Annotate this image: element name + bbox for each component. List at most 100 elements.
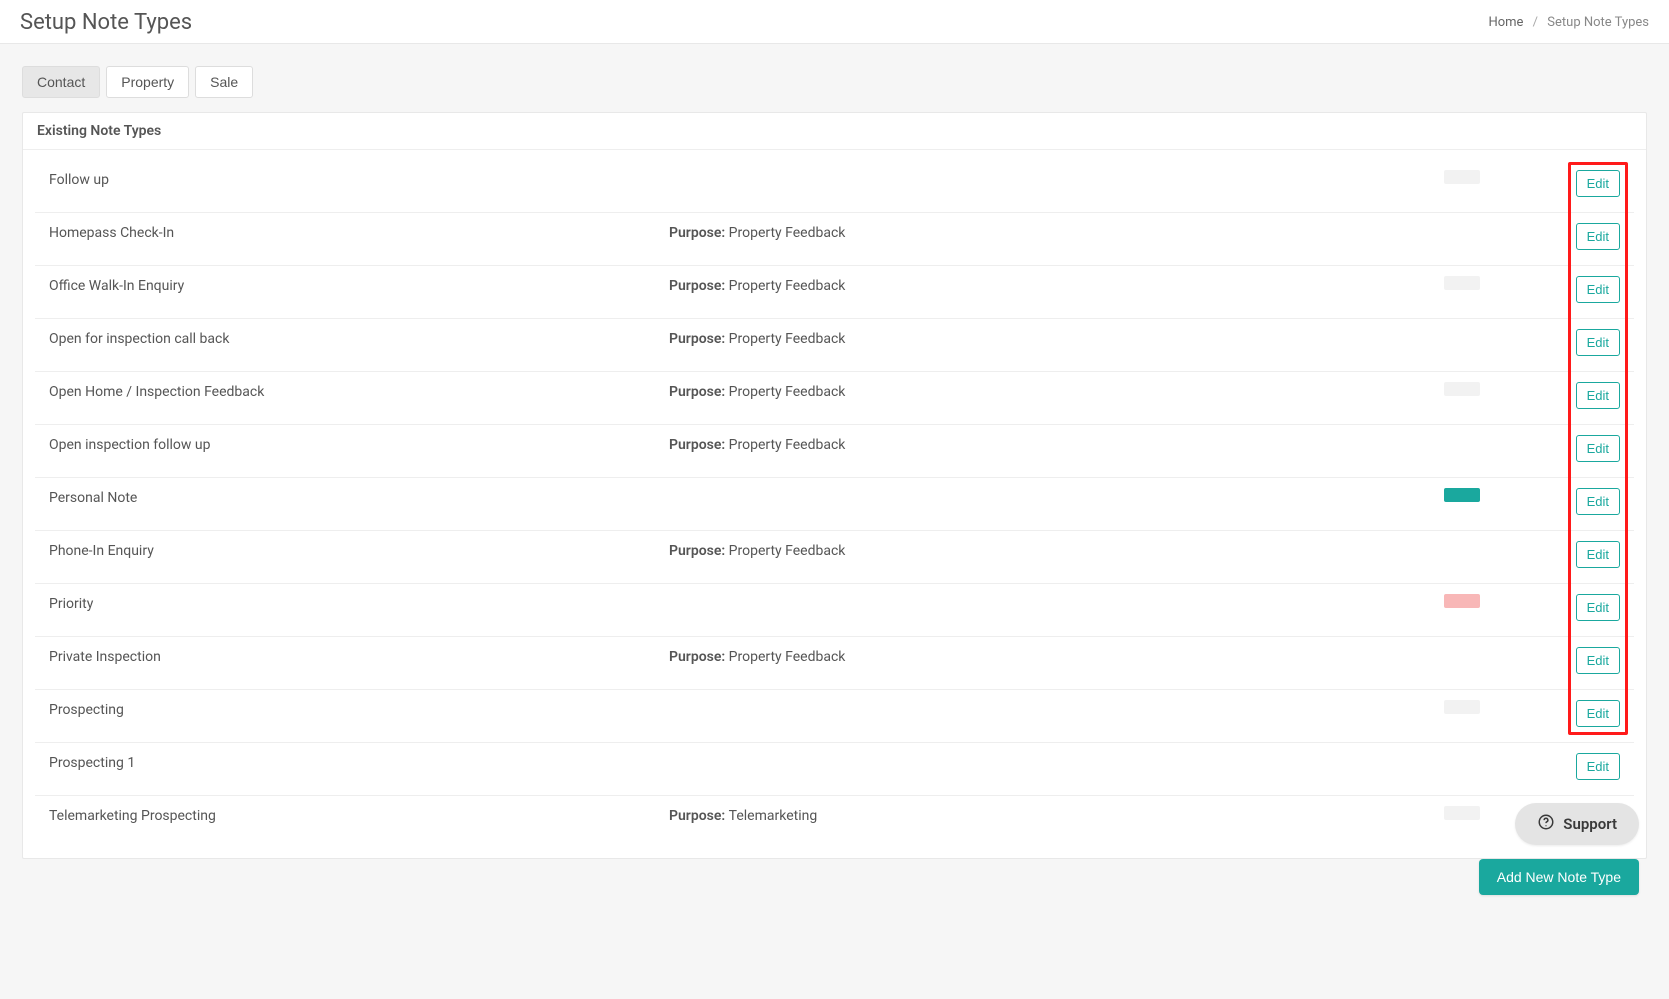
edit-cell: Edit: [1576, 435, 1620, 462]
note-type-purpose: Purpose: Property Feedback: [669, 435, 1444, 453]
note-type-purpose: [669, 753, 1444, 755]
note-type-purpose: [669, 488, 1444, 490]
edit-cell: Edit: [1576, 488, 1620, 515]
note-type-row: Personal Note Edit: [35, 478, 1634, 531]
note-type-purpose: Purpose: Property Feedback: [669, 276, 1444, 294]
support-label: Support: [1563, 815, 1617, 833]
edit-cell: Edit: [1576, 541, 1620, 568]
purpose-value: Property Feedback: [729, 437, 846, 453]
edit-button[interactable]: Edit: [1576, 435, 1620, 462]
breadcrumb-separator: /: [1533, 15, 1538, 30]
note-type-purpose: [669, 594, 1444, 596]
note-type-name: Office Walk-In Enquiry: [49, 276, 669, 294]
purpose-value: Property Feedback: [729, 331, 846, 347]
purpose-value: Property Feedback: [729, 543, 846, 559]
note-type-name: Private Inspection: [49, 647, 669, 665]
help-icon: [1537, 813, 1555, 835]
add-new-note-type-button[interactable]: Add New Note Type: [1479, 859, 1639, 895]
edit-button[interactable]: Edit: [1576, 276, 1620, 303]
note-type-row: Prospecting Edit: [35, 690, 1634, 743]
note-type-name: Follow up: [49, 170, 669, 188]
purpose-label: Purpose:: [669, 808, 729, 824]
tabs: Contact Property Sale: [22, 66, 1647, 98]
note-type-row: Homepass Check-InPurpose: Property Feedb…: [35, 213, 1634, 266]
edit-button[interactable]: Edit: [1576, 700, 1620, 727]
purpose-label: Purpose:: [669, 543, 729, 559]
purpose-value: Property Feedback: [729, 225, 846, 241]
note-type-purpose: Purpose: Telemarketing: [669, 806, 1444, 824]
breadcrumb-current: Setup Note Types: [1547, 15, 1649, 30]
note-type-name: Homepass Check-In: [49, 223, 669, 241]
purpose-label: Purpose:: [669, 278, 729, 294]
purpose-label: Purpose:: [669, 649, 729, 665]
note-type-row: Phone-In EnquiryPurpose: Property Feedba…: [35, 531, 1634, 584]
edit-cell: Edit: [1576, 753, 1620, 780]
note-type-row: Office Walk-In EnquiryPurpose: Property …: [35, 266, 1634, 319]
edit-cell: Edit: [1576, 276, 1620, 303]
edit-button[interactable]: Edit: [1576, 223, 1620, 250]
purpose-value: Telemarketing: [729, 808, 818, 824]
color-swatch: [1444, 594, 1480, 608]
note-type-row: Prospecting 1 Edit: [35, 743, 1634, 796]
edit-cell: Edit: [1576, 700, 1620, 727]
breadcrumb-home-link[interactable]: Home: [1488, 15, 1523, 30]
note-type-list: Follow upEditHomepass Check-InPurpose: P…: [23, 150, 1646, 858]
page-header: Setup Note Types Home / Setup Note Types: [0, 0, 1669, 44]
edit-button[interactable]: Edit: [1576, 594, 1620, 621]
note-type-purpose: Purpose: Property Feedback: [669, 329, 1444, 347]
page-title: Setup Note Types: [20, 10, 192, 35]
edit-button[interactable]: Edit: [1576, 753, 1620, 780]
purpose-label: Purpose:: [669, 225, 729, 241]
note-type-row: Telemarketing ProspectingPurpose: Telema…: [35, 796, 1634, 848]
edit-cell: Edit: [1576, 223, 1620, 250]
tab-sale[interactable]: Sale: [195, 66, 253, 98]
edit-button[interactable]: Edit: [1576, 382, 1620, 409]
edit-cell: Edit: [1576, 647, 1620, 674]
note-type-name: Prospecting: [49, 700, 669, 718]
purpose-label: Purpose:: [669, 437, 729, 453]
purpose-value: Property Feedback: [729, 278, 846, 294]
panel-title: Existing Note Types: [23, 113, 1646, 150]
note-type-row: Open inspection follow upPurpose: Proper…: [35, 425, 1634, 478]
note-type-name: Open Home / Inspection Feedback: [49, 382, 669, 400]
note-type-name: Personal Note: [49, 488, 669, 506]
support-button[interactable]: Support: [1515, 803, 1639, 845]
panel-existing-note-types: Existing Note Types Follow upEditHomepas…: [22, 112, 1647, 859]
note-type-purpose: Purpose: Property Feedback: [669, 541, 1444, 559]
tab-property[interactable]: Property: [106, 66, 189, 98]
edit-button[interactable]: Edit: [1576, 647, 1620, 674]
note-type-name: Phone-In Enquiry: [49, 541, 669, 559]
purpose-label: Purpose:: [669, 384, 729, 400]
note-type-purpose: Purpose: Property Feedback: [669, 647, 1444, 665]
note-type-purpose: Purpose: Property Feedback: [669, 223, 1444, 241]
content-wrap: Contact Property Sale Existing Note Type…: [0, 44, 1669, 999]
color-swatch: [1444, 700, 1480, 714]
purpose-label: Purpose:: [669, 331, 729, 347]
note-type-purpose: [669, 170, 1444, 172]
edit-cell: Edit: [1576, 170, 1620, 197]
edit-button[interactable]: Edit: [1576, 488, 1620, 515]
note-type-purpose: Purpose: Property Feedback: [669, 382, 1444, 400]
note-type-row: Open for inspection call backPurpose: Pr…: [35, 319, 1634, 372]
note-type-name: Open for inspection call back: [49, 329, 669, 347]
note-type-name: Priority: [49, 594, 669, 612]
purpose-value: Property Feedback: [729, 384, 846, 400]
note-type-row: Private InspectionPurpose: Property Feed…: [35, 637, 1634, 690]
note-type-name: Telemarketing Prospecting: [49, 806, 669, 824]
edit-button[interactable]: Edit: [1576, 329, 1620, 356]
note-type-row: Follow up Edit: [35, 160, 1634, 213]
note-type-purpose: [669, 700, 1444, 702]
note-type-name: Open inspection follow up: [49, 435, 669, 453]
edit-button[interactable]: Edit: [1576, 170, 1620, 197]
tab-contact[interactable]: Contact: [22, 66, 100, 98]
edit-button[interactable]: Edit: [1576, 541, 1620, 568]
color-swatch: [1444, 382, 1480, 396]
breadcrumb: Home / Setup Note Types: [1488, 15, 1649, 30]
color-swatch: [1444, 488, 1480, 502]
edit-cell: Edit: [1576, 382, 1620, 409]
color-swatch: [1444, 170, 1480, 184]
note-type-name: Prospecting 1: [49, 753, 669, 771]
note-type-row: Open Home / Inspection FeedbackPurpose: …: [35, 372, 1634, 425]
purpose-value: Property Feedback: [729, 649, 846, 665]
note-type-row: Priority Edit: [35, 584, 1634, 637]
